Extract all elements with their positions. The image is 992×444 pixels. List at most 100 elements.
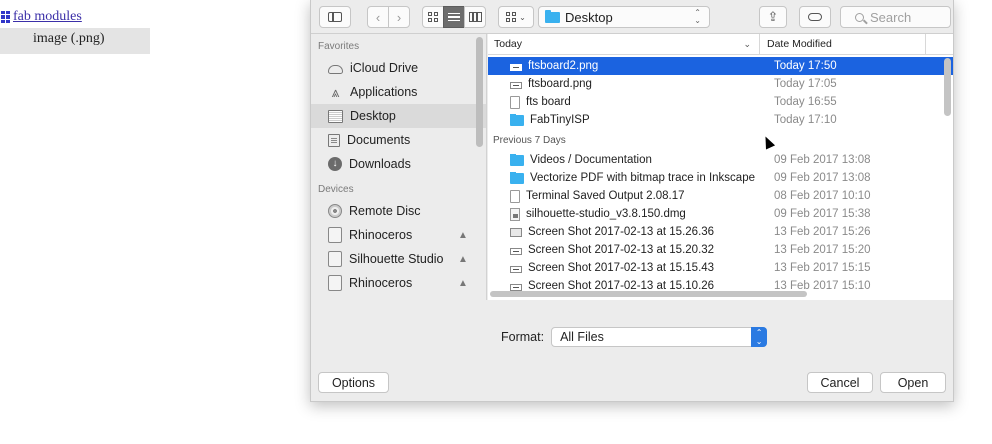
arrange-button[interactable]: ⌄ [498,6,534,28]
desktop-icon [328,109,343,123]
fab-modules-link-text[interactable]: fab modules [13,9,82,25]
file-row[interactable]: Screen Shot 2017-02-13 at 15.26.36 13 Fe… [488,223,953,241]
downloads-icon: ↓ [328,157,342,171]
file-row[interactable]: Screen Shot 2017-02-13 at 15.15.43 13 Fe… [488,259,953,277]
chevron-right-icon: › [396,9,402,25]
sidebar-item-rhinoceros-2[interactable]: Rhinoceros ▲ [311,271,486,295]
file-list: Today ⌄ Date Modified ftsboard2.png Toda… [488,34,953,300]
sidebar-item-documents[interactable]: Documents [311,128,486,152]
folder-row[interactable]: Vectorize PDF with bitmap trace in Inksc… [488,169,953,187]
sidebar-item-label: Silhouette Studio [349,252,444,266]
chevron-left-icon: ‹ [375,9,381,25]
tag-button[interactable] [799,6,831,28]
search-placeholder: Search [870,9,912,25]
dmg-icon [510,207,520,221]
share-icon: ⇪ [767,9,779,24]
file-row[interactable]: Screen Shot 2017-02-13 at 15.20.32 13 Fe… [488,241,953,259]
sidebar-item-remote-disc[interactable]: Remote Disc [311,199,486,223]
screenshot-icon [510,227,522,237]
cancel-button[interactable]: Cancel [807,372,873,393]
folder-icon [510,172,524,184]
sidebar-item-label: Applications [350,85,418,99]
share-button[interactable]: ⇪ [759,6,787,28]
column-header-row: Today ⌄ Date Modified [488,34,953,55]
png-file-icon [510,265,522,273]
fab-modules-link[interactable]: fab modules [1,9,82,25]
drive-icon [328,251,342,267]
file-row[interactable]: ftsboard.png Today 17:05 [488,75,953,93]
file-row[interactable]: fts board Today 16:55 [488,93,953,111]
options-button[interactable]: Options [318,372,389,393]
cloud-icon [328,65,343,74]
sidebar-item-label: Remote Disc [349,204,421,218]
sidebar-item-label: iCloud Drive [350,61,419,75]
open-button[interactable]: Open [880,372,946,393]
sidebar-toggle-icon [328,12,342,22]
vertical-scrollbar[interactable] [944,58,951,116]
sidebar-item-downloads[interactable]: ↓ Downloads [311,152,486,176]
sidebar-item-silhouette-studio[interactable]: Silhouette Studio ▲ [311,247,486,271]
menu-item-image-png[interactable]: image (.png) [0,28,150,54]
arrange-icon [506,12,517,22]
drive-icon [328,275,342,291]
updown-arrows-icon: ⌃ ⌄ [694,8,701,25]
format-label: Format: [501,330,545,344]
sidebar-item-label: Documents [347,133,411,147]
folder-icon [510,114,524,126]
folder-icon [510,154,524,166]
sidebar-scrollbar[interactable] [476,37,483,147]
folder-row[interactable]: FabTinyISP Today 17:10 [488,111,953,129]
eject-icon[interactable]: ▲ [458,254,468,265]
sidebar-item-label: Rhinoceros [349,228,413,242]
search-field[interactable]: Search [840,6,951,28]
document-icon [510,95,520,109]
eject-icon[interactable]: ▲ [458,230,468,241]
applications-icon: ⩓ [331,83,340,100]
document-icon [510,189,520,203]
previous-7-days-heading: Previous 7 Days [493,135,566,146]
back-button[interactable]: ‹ [367,6,389,28]
column-view-button[interactable] [464,6,486,28]
open-file-dialog: ‹ › ⌄ Desktop ⌃ ⌄ ⇪ Search Favorites iCl… [310,0,954,402]
horizontal-scrollbar[interactable] [490,291,807,297]
format-select[interactable]: All Files ⌃ ⌄ [551,327,768,347]
format-row: Format: All Files ⌃ ⌄ [501,327,768,347]
icon-view-button[interactable] [422,6,444,28]
drive-icon [328,227,342,243]
format-value: All Files [560,330,604,344]
sidebar-item-desktop[interactable]: Desktop [311,104,486,128]
png-file-icon [510,63,522,71]
disc-icon [328,204,342,218]
tag-icon [808,13,822,21]
png-file-icon [510,81,522,89]
location-popup[interactable]: Desktop ⌃ ⌄ [538,6,710,28]
toolbar: ‹ › ⌄ Desktop ⌃ ⌄ ⇪ Search [311,0,953,34]
file-row[interactable]: silhouette-studio_v3.8.150.dmg 09 Feb 20… [488,205,953,223]
updown-arrows-icon: ⌃ ⌄ [751,327,768,347]
sidebar-item-label: Desktop [350,109,396,123]
chevron-down-icon: ⌄ [743,38,751,49]
list-view-button[interactable] [443,6,465,28]
sidebar-item-icloud-drive[interactable]: iCloud Drive [311,56,486,80]
folder-icon [545,9,560,23]
sidebar-item-applications[interactable]: ⩓ Applications [311,80,486,104]
list-view-icon [448,12,460,22]
forward-button[interactable]: › [388,6,410,28]
png-file-icon [510,247,522,255]
sidebar: Favorites iCloud Drive ⩓ Applications De… [311,34,487,300]
folder-row[interactable]: Videos / Documentation 09 Feb 2017 13:08 [488,151,953,169]
name-column-header[interactable]: Today ⌄ [488,34,760,54]
documents-icon [328,133,340,147]
icon-view-icon [428,12,438,22]
sidebar-item-rhinoceros[interactable]: Rhinoceros ▲ [311,223,486,247]
png-file-icon [510,283,522,291]
sidebar-item-label: Rhinoceros [349,276,413,290]
eject-icon[interactable]: ▲ [458,278,468,289]
location-label: Desktop [565,9,613,25]
grid-icon [1,11,10,23]
file-row[interactable]: ftsboard2.png Today 17:50 [488,57,953,75]
file-row[interactable]: Terminal Saved Output 2.08.17 08 Feb 201… [488,187,953,205]
sidebar-toggle-button[interactable] [319,6,351,28]
date-modified-column-header[interactable]: Date Modified [760,34,926,54]
devices-heading: Devices [318,184,354,195]
